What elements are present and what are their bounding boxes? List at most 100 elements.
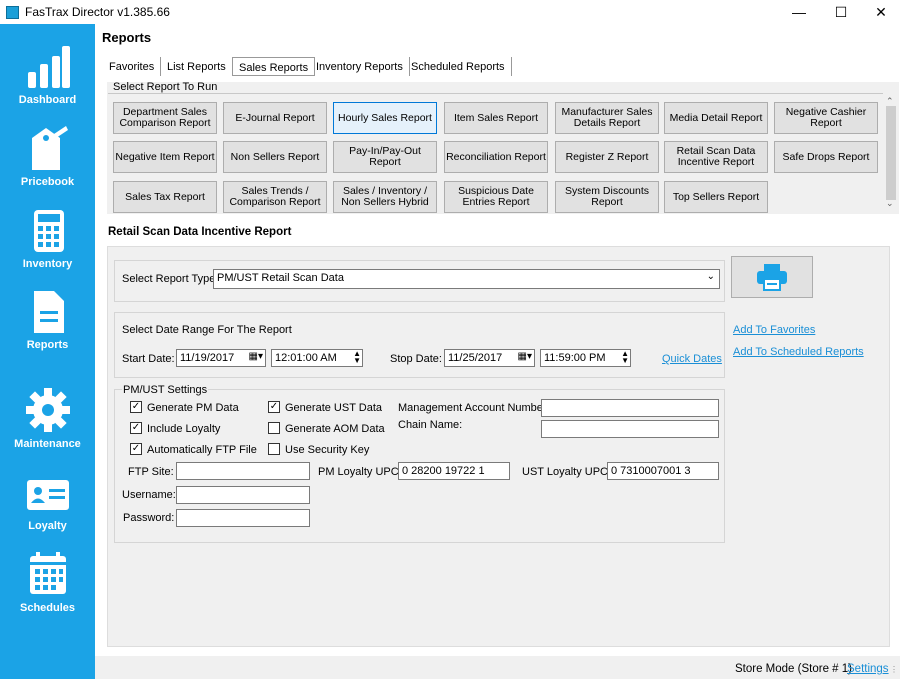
report-button[interactable]: Retail Scan Data Incentive Report: [664, 141, 768, 173]
chain-name-input[interactable]: [541, 420, 719, 438]
report-button[interactable]: Item Sales Report: [444, 102, 548, 134]
date-range-group: [114, 312, 725, 378]
calendar-dropdown-icon: ▦▾: [248, 351, 263, 362]
tab-scheduled-reports[interactable]: Scheduled Reports: [405, 57, 512, 76]
settings-title: PM/UST Settings: [122, 384, 209, 396]
report-button[interactable]: Suspicious Date Entries Report: [444, 181, 548, 213]
page-title: Reports: [102, 30, 152, 45]
minimize-button[interactable]: —: [776, 0, 822, 24]
report-button[interactable]: Sales Tax Report: [113, 181, 217, 213]
scroll-thumb[interactable]: [886, 106, 896, 200]
report-button[interactable]: Sales Trends / Comparison Report: [223, 181, 327, 213]
sidebar-item-loyalty[interactable]: Loyalty: [0, 476, 95, 532]
report-button[interactable]: Non Sellers Report: [223, 141, 327, 173]
auto-ftp-checkbox[interactable]: ✓: [130, 443, 142, 455]
include-loyalty-checkbox[interactable]: ✓: [130, 422, 142, 434]
start-date-label: Start Date:: [122, 353, 175, 365]
tab-favorites[interactable]: Favorites: [103, 57, 162, 76]
generate-aom-label: Generate AOM Data: [285, 423, 385, 435]
panel-divider: [108, 93, 883, 94]
title-bar: FasTrax Director v1.385.66 — ☐ ✕: [0, 0, 900, 24]
status-bar: Store Mode (Store # 1) Settings ⋮⋮: [95, 656, 900, 679]
username-label: Username:: [122, 489, 176, 501]
report-button[interactable]: Top Sellers Report: [664, 181, 768, 213]
chevron-down-icon: ⌄: [706, 271, 715, 282]
pm-upc-label: PM Loyalty UPC:: [318, 466, 402, 478]
stop-date-label: Stop Date:: [390, 353, 442, 365]
report-type-select[interactable]: PM/UST Retail Scan Data ⌄: [213, 269, 720, 289]
report-button[interactable]: Media Detail Report: [664, 102, 768, 134]
report-button[interactable]: Safe Drops Report: [774, 141, 878, 173]
report-button[interactable]: E-Journal Report: [223, 102, 327, 134]
stop-time-value: 11:59:00 PM: [544, 352, 606, 364]
add-to-scheduled-link[interactable]: Add To Scheduled Reports: [733, 346, 864, 358]
print-button[interactable]: [731, 256, 813, 298]
sidebar-item-inventory[interactable]: Inventory: [0, 208, 95, 270]
mgmt-account-input[interactable]: [541, 399, 719, 417]
ust-upc-input[interactable]: 0 7310007001 3: [607, 462, 719, 480]
report-button[interactable]: Sales / Inventory / Non Sellers Hybrid: [333, 181, 437, 213]
window-title: FasTrax Director v1.385.66: [25, 5, 170, 19]
report-button[interactable]: Reconciliation Report: [444, 141, 548, 173]
report-button[interactable]: Manufacturer Sales Details Report: [555, 102, 659, 134]
auto-ftp-label: Automatically FTP File: [147, 444, 257, 456]
settings-link[interactable]: Settings: [847, 663, 889, 675]
report-button[interactable]: Pay-In/Pay-Out Report: [333, 141, 437, 173]
use-security-key-checkbox[interactable]: [268, 443, 280, 455]
app-icon: [6, 6, 19, 19]
printer-icon: [757, 264, 787, 291]
tab-list-reports[interactable]: List Reports: [161, 57, 233, 76]
sidebar: Dashboard Pricebook Inventory Reports Ma…: [0, 24, 95, 679]
document-icon: [33, 291, 64, 333]
add-to-favorites-link[interactable]: Add To Favorites: [733, 324, 815, 336]
report-button[interactable]: Department Sales Comparison Report: [113, 102, 217, 134]
calculator-icon: [33, 210, 64, 252]
tag-icon: [31, 126, 68, 170]
close-button[interactable]: ✕: [858, 0, 900, 24]
generate-ust-checkbox[interactable]: ✓: [268, 401, 280, 413]
use-security-key-label: Use Security Key: [285, 444, 370, 456]
sidebar-item-dashboard[interactable]: Dashboard: [0, 44, 95, 106]
tab-inventory-reports[interactable]: Inventory Reports: [310, 57, 410, 76]
username-input[interactable]: [176, 486, 310, 504]
sidebar-item-label: Inventory: [22, 258, 73, 270]
stop-date-picker[interactable]: 11/25/2017 ▦▾: [444, 349, 535, 367]
scroll-down-icon[interactable]: ⌄: [886, 198, 894, 209]
generate-aom-checkbox[interactable]: [268, 422, 280, 434]
date-range-title: Select Date Range For The Report: [122, 324, 292, 336]
report-button[interactable]: Negative Item Report: [113, 141, 217, 173]
quick-dates-link[interactable]: Quick Dates: [662, 353, 722, 365]
gear-icon: [25, 388, 70, 432]
report-button[interactable]: Negative Cashier Report: [774, 102, 878, 134]
generate-ust-label: Generate UST Data: [285, 402, 383, 414]
ftp-site-input[interactable]: [176, 462, 310, 480]
panel-header: Select Report To Run: [113, 81, 218, 93]
sidebar-item-label: Loyalty: [28, 520, 67, 532]
ust-upc-label: UST Loyalty UPC:: [522, 466, 612, 478]
stop-date-value: 11/25/2017: [448, 352, 503, 364]
start-time-picker[interactable]: 12:01:00 AM ▲ ▼: [271, 349, 363, 367]
include-loyalty-label: Include Loyalty: [147, 423, 221, 435]
stop-time-picker[interactable]: 11:59:00 PM ▲ ▼: [540, 349, 631, 367]
sidebar-item-reports[interactable]: Reports: [0, 289, 95, 351]
resize-grip-icon[interactable]: ⋮⋮: [890, 665, 900, 674]
generate-pm-checkbox[interactable]: ✓: [130, 401, 142, 413]
sidebar-item-schedules[interactable]: Schedules: [0, 550, 95, 614]
calendar-dropdown-icon: ▦▾: [517, 351, 532, 362]
pm-upc-input[interactable]: 0 28200 19722 1: [398, 462, 510, 480]
sidebar-item-maintenance[interactable]: Maintenance: [0, 386, 95, 450]
report-button[interactable]: Register Z Report: [555, 141, 659, 173]
tab-sales-reports[interactable]: Sales Reports: [232, 57, 316, 76]
sidebar-item-pricebook[interactable]: Pricebook: [0, 126, 95, 188]
spinner-icon[interactable]: ▲ ▼: [353, 350, 361, 365]
sidebar-item-label: Schedules: [19, 602, 76, 614]
ftp-site-label: FTP Site:: [128, 466, 174, 478]
start-date-picker[interactable]: 11/19/2017 ▦▾: [176, 349, 266, 367]
password-label: Password:: [123, 512, 175, 524]
password-input[interactable]: [176, 509, 310, 527]
spinner-icon[interactable]: ▲ ▼: [621, 350, 629, 365]
report-button[interactable]: System Discounts Report: [555, 181, 659, 213]
chain-name-label: Chain Name:: [398, 419, 463, 431]
report-button[interactable]: Hourly Sales Report: [333, 102, 437, 134]
store-mode-status: Store Mode (Store # 1): [735, 663, 852, 675]
